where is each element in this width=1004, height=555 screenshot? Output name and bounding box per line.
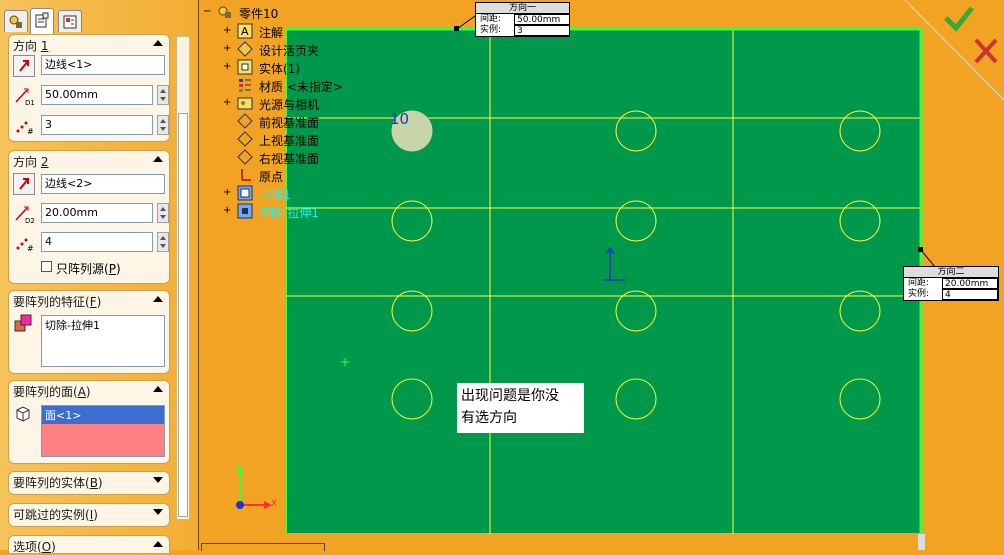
tree-item-label: 注解	[259, 26, 284, 40]
tree-item-label: 右视基准面	[259, 152, 320, 166]
plane-icon	[237, 149, 253, 165]
direction-1-callout[interactable]: 方向一 间距: 50.00mm 实例: 3	[475, 2, 570, 37]
expand-icon[interactable]: +	[223, 98, 231, 108]
callout-spacing-value[interactable]: 20.00mm	[942, 278, 998, 289]
expand-icon[interactable]: +	[223, 188, 231, 198]
expand-icon[interactable]: +	[223, 44, 231, 54]
design-binder-icon	[237, 41, 253, 57]
expand-icon[interactable]: +	[223, 62, 231, 72]
tree-item-label: 拉伸1	[259, 188, 291, 202]
edge-stub	[918, 534, 925, 550]
tree-item-label: 原点	[259, 170, 284, 184]
origin-icon	[241, 169, 251, 181]
callout-instances-value[interactable]: 4	[942, 289, 998, 300]
pattern-hole	[839, 290, 881, 332]
expand-icon[interactable]: +	[223, 26, 231, 36]
axis-y-label: Y	[236, 462, 242, 472]
callout-spacing-label: 间距:	[908, 278, 930, 288]
cancel-button[interactable]	[970, 36, 1002, 66]
tree-item-label: 光源与相机	[259, 98, 320, 112]
origin-marker	[604, 246, 626, 281]
tree-item-label: 材质 <未指定>	[259, 80, 343, 94]
callout-1-handle	[454, 26, 459, 31]
callout-instances-label: 实例:	[480, 25, 502, 35]
pattern-hole	[391, 200, 433, 242]
view-triad-icon	[236, 466, 272, 509]
callout-instances-label: 实例:	[908, 289, 930, 299]
tree-item-label: 切除-拉伸1	[259, 206, 319, 220]
annotation-note: 出现问题是你没 有选方向	[457, 383, 584, 433]
collapse-icon[interactable]: −	[203, 6, 211, 17]
plane-icon	[237, 113, 253, 129]
direction-2-callout[interactable]: 方向二 间距: 20.00mm 实例: 4	[903, 266, 999, 301]
solid-bodies-icon	[237, 59, 253, 75]
callout-title: 方向一	[476, 3, 569, 14]
callout-2-handle	[918, 247, 923, 252]
pattern-hole	[391, 378, 433, 420]
plane-icon	[237, 131, 253, 147]
seed-instance-label: 10	[390, 110, 410, 128]
pattern-hole	[615, 290, 657, 332]
callout-instances-value[interactable]: 3	[514, 25, 570, 36]
pattern-hole	[839, 378, 881, 420]
extrude-icon	[237, 185, 253, 201]
note-line-2: 有选方向	[461, 410, 517, 426]
material-icon	[239, 79, 251, 92]
callout-spacing-label: 间距:	[480, 14, 502, 24]
callout-1-leader	[456, 15, 476, 30]
annotation-icon: A	[237, 23, 253, 39]
sketch-point-marker	[341, 358, 349, 366]
pattern-hole	[615, 200, 657, 242]
pattern-hole	[839, 200, 881, 242]
tree-root-label: 零件10	[239, 7, 279, 21]
callout-2-leader	[920, 249, 936, 268]
ok-button[interactable]	[940, 4, 976, 34]
pattern-hole	[615, 378, 657, 420]
pattern-hole	[615, 110, 657, 152]
axis-x-label: X	[271, 499, 278, 509]
tree-item-label: 前视基准面	[259, 116, 320, 130]
callout-title: 方向二	[904, 267, 998, 278]
pattern-hole	[391, 290, 433, 332]
pattern-preview	[236, 0, 1004, 550]
pattern-hole	[839, 110, 881, 152]
tree-item-label: 上视基准面	[259, 134, 320, 148]
callout-spacing-value[interactable]: 50.00mm	[514, 14, 570, 25]
lights-cameras-icon	[237, 97, 253, 110]
svg-text:A: A	[241, 25, 249, 38]
cut-extrude-icon	[237, 203, 253, 219]
tree-item-label: 设计活页夹	[259, 44, 320, 58]
note-line-1: 出现问题是你没	[461, 388, 559, 404]
tree-item-label: 实体(1)	[259, 62, 300, 76]
expand-icon[interactable]: +	[223, 206, 231, 216]
part-icon	[218, 6, 231, 18]
